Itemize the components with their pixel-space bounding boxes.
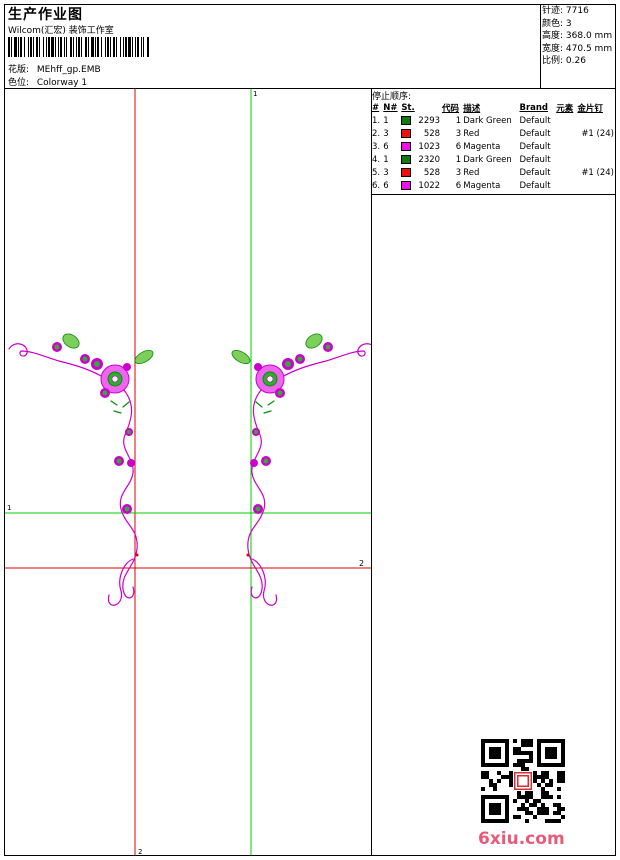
design-canvas: 1 1 2 2 [5,89,371,855]
guide-label-red-v: 2 [138,848,142,855]
colorway-row: 色位: Colorway 1 [8,75,87,88]
stitch-count: 2320 [400,153,441,166]
col-header-element: 元素 [556,103,574,114]
design-specs: 针迹: 7716 颜色: 3 高度: 368.0 mm 宽度: 470.5 mm… [542,5,612,68]
thread-brand: Default [519,180,551,191]
col-header-needle: N# [383,102,398,113]
color-swatch [401,141,412,151]
color-description: Dark Green [463,154,512,165]
spec-width: 宽度: 470.5 mm [542,43,613,54]
color-code: 1 [455,115,462,126]
thread-brand: Default [519,141,551,152]
color-code: 1 [455,154,462,165]
needle-number: 3 [383,128,389,139]
color-swatch [401,167,412,177]
element [555,114,576,127]
color-swatch [401,115,412,125]
studio-subtitle: Wilcom(汇宏) 装饰工作室 [8,26,114,36]
table-header-row: # N# St. 代码 描述 Brand 元素 金片钉 [371,101,615,114]
embroidery-motif-left [8,333,154,606]
barcode-image [8,37,149,57]
watermark-logo: 6xiu.com [478,829,565,849]
sequin-sequence [576,140,615,153]
stitch-count: 1022 [400,179,441,192]
specs-divider [540,4,541,88]
col-header-sequin: 金片钉 [577,103,603,114]
stop-row: 3. 6 1023 6 Magenta Default [371,140,615,153]
color-description: Red [463,128,480,139]
needle-number: 3 [383,167,389,178]
col-header-stitches: St. [401,102,415,113]
stop-row: 4. 1 2320 1 Dark Green Default [371,153,615,166]
sequin-sequence: #1 (24) [581,167,614,178]
stop-row: 6. 6 1022 6 Magenta Default [371,179,615,192]
element [555,140,576,153]
needle-number: 6 [383,141,389,152]
stop-index: 2. [372,128,381,139]
stitch-count: 1023 [400,140,441,153]
guide-label-green-v: 1 [253,90,257,98]
stop-index: 4. [372,154,381,165]
spec-scale: 比例: 0.26 [542,56,586,66]
thread-brand: Default [519,167,551,178]
color-code: 6 [455,141,462,152]
spec-colors: 颜色: 3 [542,18,572,29]
thread-brand: Default [519,128,551,139]
color-code: 3 [455,167,462,178]
color-swatch [401,180,412,190]
col-header-description: 描述 [463,103,481,114]
sequin-sequence [576,153,615,166]
color-swatch [401,128,412,138]
stitch-count: 2293 [400,114,441,127]
sequin-sequence [576,179,615,192]
color-description: Red [463,167,480,178]
spec-height: 高度: 368.0 mm [542,31,613,41]
design-file-row: 花版: MEhff_gp.EMB [8,62,101,75]
element [555,166,576,179]
needle-number: 1 [383,115,389,126]
col-header-brand: Brand [519,102,549,113]
qr-code-image [481,739,565,823]
stop-row: 2. 3 528 3 Red Default #1 (24) [371,127,615,140]
sequin-sequence: #1 (24) [581,128,614,139]
col-header-code: 代码 [442,103,460,114]
sequin-sequence [576,114,615,127]
canvas-divider [371,88,372,856]
color-swatch [401,154,412,164]
element [555,153,576,166]
guide-label-green-h: 1 [7,504,11,512]
stop-index: 6. [372,180,381,191]
stop-sequence-table: # N# St. 代码 描述 Brand 元素 金片钉 1. 1 2293 1 Dark… [371,101,615,192]
stitch-count: 528 [400,166,441,179]
guide-label-red-h: 2 [359,559,364,568]
table-bottom-divider [371,194,616,195]
col-header-index: # [372,102,380,113]
color-description: Dark Green [463,115,512,126]
needle-number: 1 [383,154,389,165]
color-description: Magenta [463,141,501,152]
stop-row: 5. 3 528 3 Red Default #1 (24) [371,166,615,179]
color-code: 6 [455,180,462,191]
design-label: 花版: [8,65,30,75]
stop-index: 1. [372,115,381,126]
color-code: 3 [455,128,462,139]
stop-index: 3. [372,141,381,152]
element [555,127,576,140]
stop-row: 1. 1 2293 1 Dark Green Default [371,114,615,127]
needle-number: 6 [383,180,389,191]
page-title: 生产作业图 [8,7,83,23]
stitch-count: 528 [400,127,441,140]
design-file-name: MEhff_gp.EMB [36,65,101,75]
colorway-label: 色位: [8,78,30,88]
color-description: Magenta [463,180,501,191]
element [555,179,576,192]
stop-index: 5. [372,167,381,178]
spec-stitches: 针迹: 7716 [542,6,589,16]
colorway-value: Colorway 1 [36,78,88,88]
thread-brand: Default [519,154,551,165]
thread-brand: Default [519,115,551,126]
